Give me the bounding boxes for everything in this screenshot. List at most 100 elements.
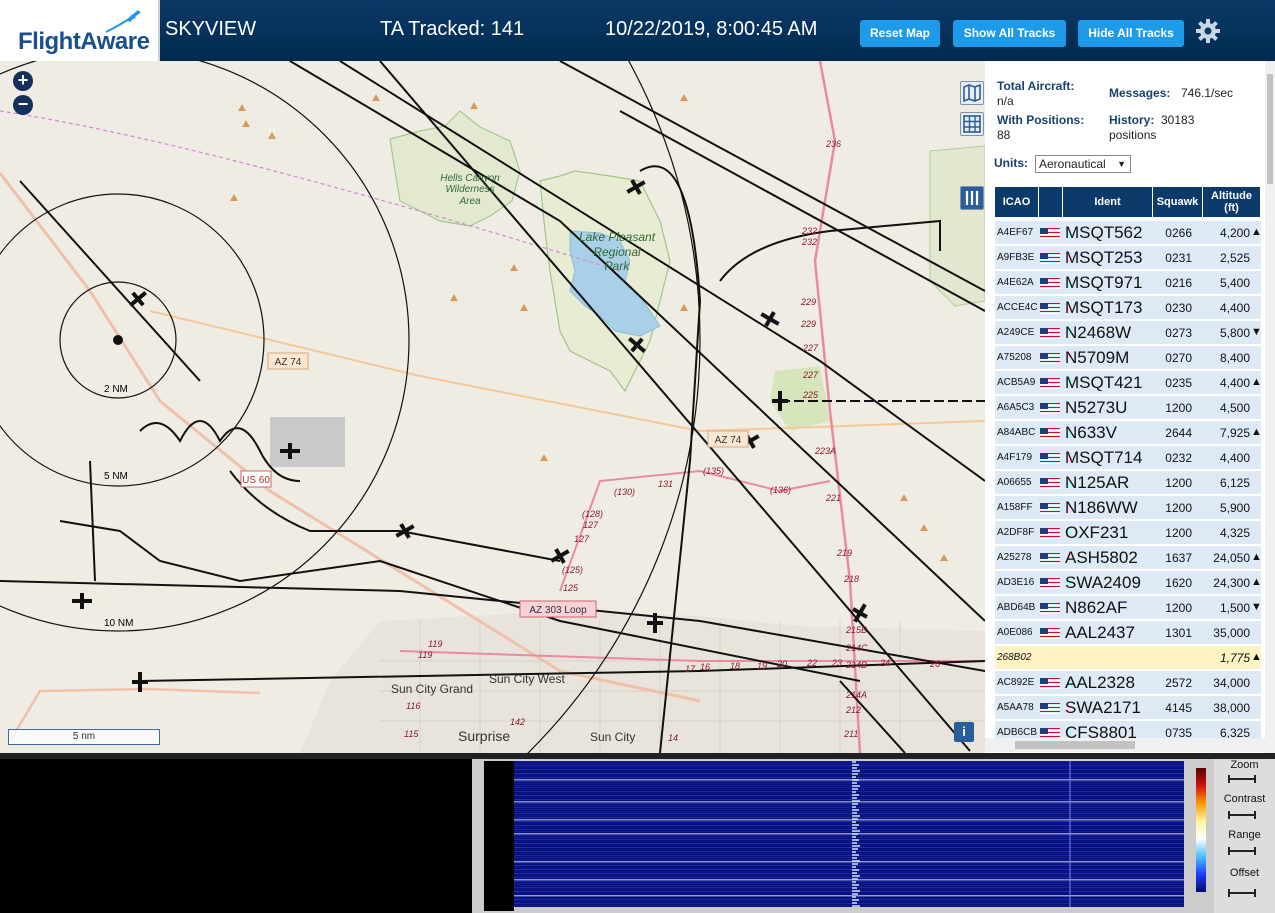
table-row[interactable]: A5AA78 SWA2171 4145 38,000 xyxy=(995,696,1261,720)
aircraft-icao: A158FF xyxy=(997,502,1033,513)
aircraft-icao: A6A5C3 xyxy=(997,402,1035,413)
table-row[interactable]: A2DF8F OXF231 1200 4,325 xyxy=(995,521,1261,545)
us-flag-icon xyxy=(1040,503,1060,514)
grid-overlay-button[interactable] xyxy=(960,112,984,136)
table-row[interactable]: A75208 N5709M 0270 8,400 xyxy=(995,346,1261,370)
route-number: (128) xyxy=(582,509,603,519)
aircraft-altitude: 4,400 xyxy=(1219,301,1250,315)
hide-all-tracks-button[interactable]: Hide All Tracks xyxy=(1078,20,1184,47)
table-row[interactable]: A4F179 MSQT714 0232 4,400 xyxy=(995,446,1261,470)
aircraft-markers[interactable] xyxy=(72,175,872,692)
aircraft-ident: MSQT562 xyxy=(1065,223,1143,242)
with-positions-value: 88 xyxy=(997,128,1011,142)
road-label: AZ 74 xyxy=(715,435,742,446)
aircraft-squawk: 0270 xyxy=(1165,351,1192,365)
col-altitude-unit: (ft) xyxy=(1224,202,1239,214)
show-all-tracks-button[interactable]: Show All Tracks xyxy=(953,20,1066,47)
units-label: Units: xyxy=(994,156,1028,170)
table-row[interactable]: 268B02 1,775 ▲ xyxy=(995,646,1262,670)
table-row[interactable]: A06655 N125AR 1200 6,125 xyxy=(995,471,1261,495)
table-row[interactable]: ABD64B N862AF 1200 1,500 ▼ xyxy=(995,596,1262,620)
aircraft-ident: MSQT173 xyxy=(1065,298,1143,317)
aircraft-panel: Total Aircraft: n/a With Positions: 88 M… xyxy=(985,61,1275,753)
contrast-slider[interactable] xyxy=(1228,811,1256,819)
flightaware-logo[interactable]: FlightAware xyxy=(0,0,160,61)
table-horizontal-thumb[interactable] xyxy=(1015,741,1135,749)
aircraft-icao: A4EF67 xyxy=(997,227,1034,238)
aircraft-squawk: 1200 xyxy=(1165,601,1192,615)
aircraft-icao: 268B02 xyxy=(997,652,1032,663)
aircraft-icao: A84ABC xyxy=(997,427,1036,438)
aircraft-icon[interactable] xyxy=(72,593,92,609)
table-row[interactable]: A6A5C3 N5273U 1200 4,500 xyxy=(995,396,1261,420)
zoom-slider[interactable] xyxy=(1228,775,1256,783)
history-label: History: xyxy=(1109,113,1155,127)
altitude-trend-icon: ▲ xyxy=(1251,651,1262,663)
aircraft-altitude: 24,300 xyxy=(1213,576,1250,590)
route-number: (136) xyxy=(770,485,791,495)
aircraft-icao: A25278 xyxy=(997,552,1032,563)
route-number: 214B xyxy=(845,660,867,670)
us-flag-icon xyxy=(1040,628,1060,639)
table-row[interactable]: A249CE N2468W 0273 5,800 ▼ xyxy=(995,321,1262,345)
aircraft-icon[interactable] xyxy=(757,307,782,331)
aircraft-icao: ACB5A9 xyxy=(997,377,1036,388)
panel-scroll-thumb[interactable] xyxy=(1267,74,1273,184)
col-ident[interactable]: Ident xyxy=(1063,187,1153,217)
table-row[interactable]: A9FB3E MSQT253 0231 2,525 xyxy=(995,246,1261,270)
aircraft-altitude: 35,000 xyxy=(1213,626,1250,640)
aircraft-squawk: 0230 xyxy=(1165,301,1192,315)
zoom-out-button[interactable]: − xyxy=(13,95,33,115)
scale-bar: 5 nm xyxy=(8,729,160,745)
aircraft-altitude: 4,200 xyxy=(1219,226,1250,240)
table-row[interactable]: ACCE4C MSQT173 0230 4,400 xyxy=(995,296,1261,320)
us-flag-icon xyxy=(1040,528,1060,539)
gear-icon[interactable] xyxy=(1195,18,1221,44)
col-altitude[interactable]: Altitude (ft) xyxy=(1203,187,1261,217)
us-flag-icon xyxy=(1040,328,1060,339)
range-slider[interactable] xyxy=(1228,847,1256,855)
map-canvas[interactable]: 2 NM 5 NM 10 NM Hells Canyon Wilderness … xyxy=(0,61,985,753)
zoom-in-button[interactable]: + xyxy=(13,71,33,91)
route-number: 20 xyxy=(776,659,787,669)
col-icao[interactable]: ICAO xyxy=(995,187,1039,217)
table-row[interactable]: A84ABC N633V 2644 7,925 ▲ xyxy=(995,421,1262,445)
column-toggle-button[interactable] xyxy=(960,186,984,210)
table-row[interactable]: A25278 ASH5802 1637 24,050 ▲ xyxy=(995,546,1262,570)
col-squawk[interactable]: Squawk xyxy=(1153,187,1203,217)
aircraft-squawk: 1637 xyxy=(1165,551,1192,565)
place-label: Sun City West xyxy=(489,672,565,686)
zoom-label: Zoom xyxy=(1230,759,1259,771)
aircraft-altitude: 4,325 xyxy=(1219,526,1250,540)
route-number: 22 xyxy=(806,658,817,668)
col-altitude-label: Altitude xyxy=(1211,190,1252,202)
route-number: 229 xyxy=(800,297,816,307)
aircraft-squawk: 1200 xyxy=(1165,476,1192,490)
aircraft-icao: A75208 xyxy=(997,352,1032,363)
us-flag-icon xyxy=(1040,478,1060,489)
table-row[interactable]: A4EF67 MSQT562 0266 4,200 ▲ xyxy=(995,221,1262,245)
route-number: 127 xyxy=(583,520,599,530)
messages-label: Messages: xyxy=(1109,86,1171,100)
tracked-count: TA Tracked: 141 xyxy=(380,18,525,40)
table-row[interactable]: A158FF N186WW 1200 5,900 xyxy=(995,496,1261,520)
units-select[interactable]: Aeronautical ▼ xyxy=(1035,155,1131,173)
table-row[interactable]: A4E62A MSQT971 0216 5,400 xyxy=(995,271,1261,295)
table-row[interactable]: ACB5A9 MSQT421 0235 4,400 ▲ xyxy=(995,371,1262,395)
us-flag-icon xyxy=(1040,353,1060,364)
info-button[interactable]: i xyxy=(954,722,974,742)
reset-map-button[interactable]: Reset Map xyxy=(860,20,940,47)
route-number: 214A xyxy=(845,690,867,700)
map-view[interactable]: 2 NM 5 NM 10 NM Hells Canyon Wilderness … xyxy=(0,61,985,753)
table-row[interactable]: AC892E AAL2328 2572 34,000 xyxy=(995,671,1261,695)
route-number: 119 xyxy=(428,639,442,649)
columns-icon xyxy=(965,191,979,205)
road-label: AZ 303 Loop xyxy=(529,605,587,616)
table-row[interactable]: A0E086 AAL2437 1301 35,000 xyxy=(995,621,1261,645)
aircraft-altitude: 24,050 xyxy=(1213,551,1250,565)
route-number: 212 xyxy=(845,705,861,715)
map-layers-button[interactable] xyxy=(960,81,984,105)
col-flag[interactable] xyxy=(1039,187,1063,217)
table-row[interactable]: AD3E16 SWA2409 1620 24,300 ▲ xyxy=(995,571,1262,595)
offset-slider[interactable] xyxy=(1228,889,1256,897)
